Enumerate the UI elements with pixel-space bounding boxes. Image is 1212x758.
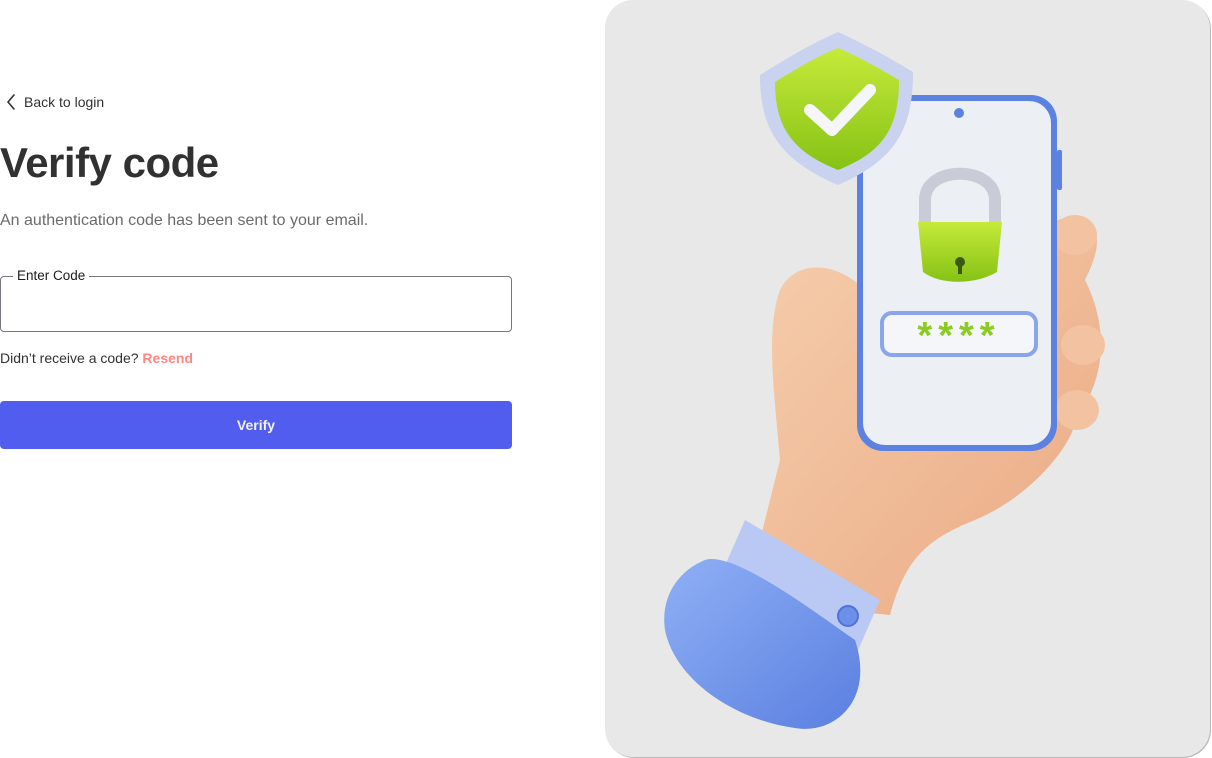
chevron-left-icon [6,94,16,110]
back-to-login-label: Back to login [24,94,105,110]
masked-code-field: **** [880,311,1038,357]
resend-row: Didn’t receive a code? Resend [0,349,193,367]
hand-phone-illustration: **** [664,32,1105,729]
back-to-login-link[interactable]: Back to login [6,94,104,110]
page-subtitle: An authentication code has been sent to … [0,212,369,229]
security-illustration: **** [605,0,1210,757]
verify-button[interactable]: Verify [0,401,512,449]
resend-prompt: Didn’t receive a code? [0,350,139,366]
verify-form: Back to login Verify code An authenticat… [0,0,520,758]
verify-code-page: Back to login Verify code An authenticat… [0,0,1212,758]
page-title: Verify code [0,139,219,186]
enter-code-field: Enter Code [0,268,512,332]
enter-code-input[interactable] [1,277,511,331]
resend-link[interactable]: Resend [142,350,193,366]
masked-code-text: **** [917,315,1000,357]
